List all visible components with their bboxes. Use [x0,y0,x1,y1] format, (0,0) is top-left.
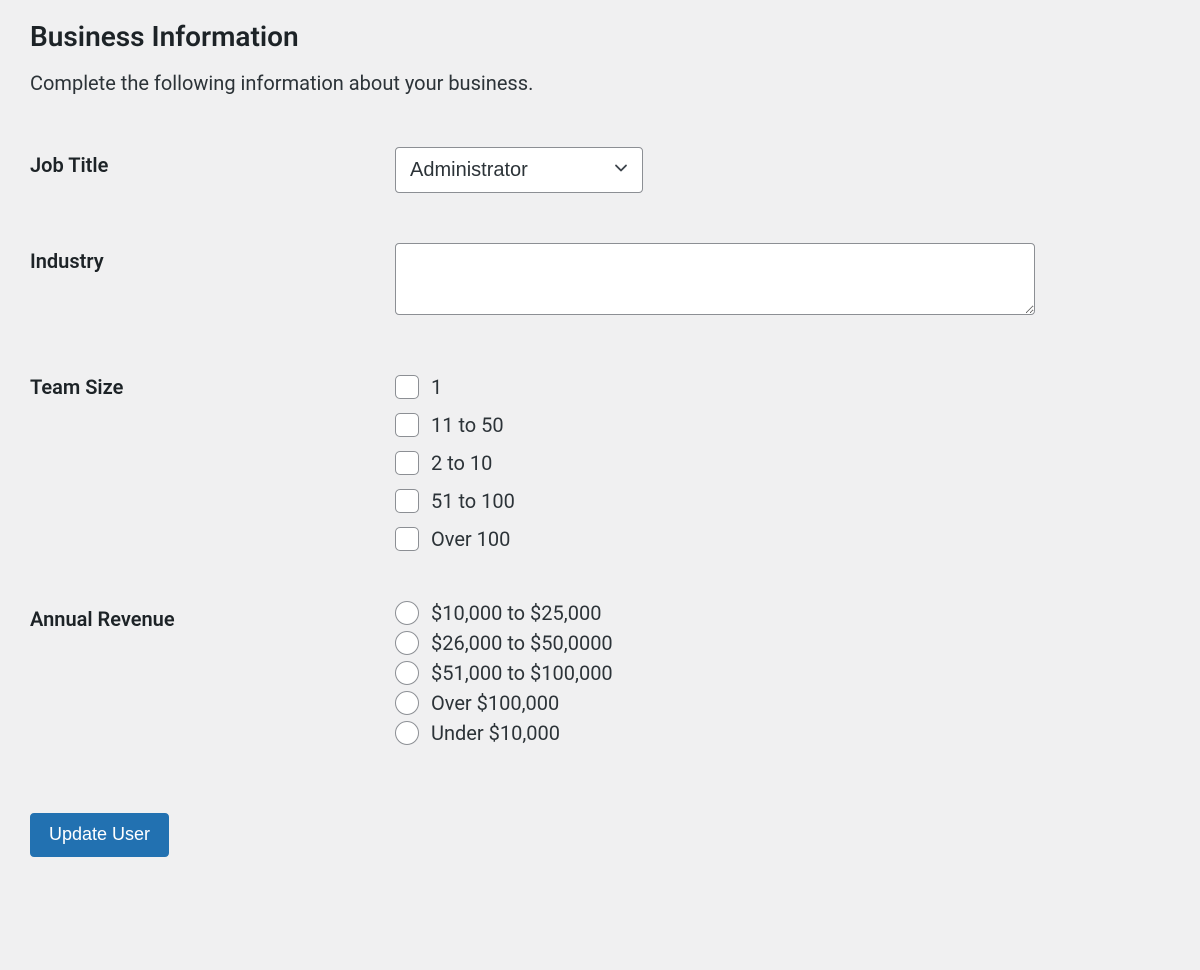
team-size-option-label: 1 [431,375,442,399]
team-size-option: 11 to 50 [395,413,1170,437]
field-row-annual-revenue: Annual Revenue $10,000 to $25,000 $26,00… [30,589,1170,783]
section-description: Complete the following information about… [30,71,1170,95]
annual-revenue-label: Annual Revenue [30,589,395,783]
job-title-select-wrap: Administrator [395,147,643,193]
team-size-label: Team Size [30,357,395,589]
team-size-option: 1 [395,375,1170,399]
team-size-option-label: 11 to 50 [431,413,504,437]
team-size-option-label: 51 to 100 [431,489,515,513]
industry-label: Industry [30,231,395,357]
team-size-checkbox[interactable] [395,451,419,475]
annual-revenue-option: Over $100,000 [395,691,1170,715]
annual-revenue-radio[interactable] [395,661,419,685]
submit-row: Update User [30,813,1170,857]
team-size-option: Over 100 [395,527,1170,551]
annual-revenue-option: $26,000 to $50,0000 [395,631,1170,655]
annual-revenue-option: $51,000 to $100,000 [395,661,1170,685]
annual-revenue-radio[interactable] [395,631,419,655]
annual-revenue-options: $10,000 to $25,000 $26,000 to $50,0000 $… [395,601,1170,745]
business-information-form: Business Information Complete the follow… [0,0,1200,897]
annual-revenue-radio[interactable] [395,691,419,715]
annual-revenue-radio[interactable] [395,721,419,745]
annual-revenue-option: Under $10,000 [395,721,1170,745]
job-title-select[interactable]: Administrator [395,147,643,193]
annual-revenue-option: $10,000 to $25,000 [395,601,1170,625]
annual-revenue-option-label: Over $100,000 [431,691,559,715]
field-row-job-title: Job Title Administrator [30,135,1170,231]
team-size-option: 51 to 100 [395,489,1170,513]
industry-input[interactable] [395,243,1035,315]
team-size-checkbox[interactable] [395,489,419,513]
team-size-option-label: 2 to 10 [431,451,492,475]
team-size-option: 2 to 10 [395,451,1170,475]
job-title-label: Job Title [30,135,395,231]
team-size-checkbox[interactable] [395,375,419,399]
annual-revenue-option-label: $10,000 to $25,000 [431,601,601,625]
team-size-option-label: Over 100 [431,527,510,551]
team-size-checkbox[interactable] [395,527,419,551]
form-table: Job Title Administrator [30,135,1170,783]
annual-revenue-option-label: $51,000 to $100,000 [431,661,613,685]
annual-revenue-radio[interactable] [395,601,419,625]
section-title: Business Information [30,20,1170,53]
field-row-team-size: Team Size 1 11 to 50 2 to 10 [30,357,1170,589]
annual-revenue-option-label: Under $10,000 [431,721,560,745]
annual-revenue-option-label: $26,000 to $50,0000 [431,631,613,655]
update-user-button[interactable]: Update User [30,813,169,857]
team-size-options: 1 11 to 50 2 to 10 51 to 100 [395,375,1170,551]
team-size-checkbox[interactable] [395,413,419,437]
field-row-industry: Industry [30,231,1170,357]
